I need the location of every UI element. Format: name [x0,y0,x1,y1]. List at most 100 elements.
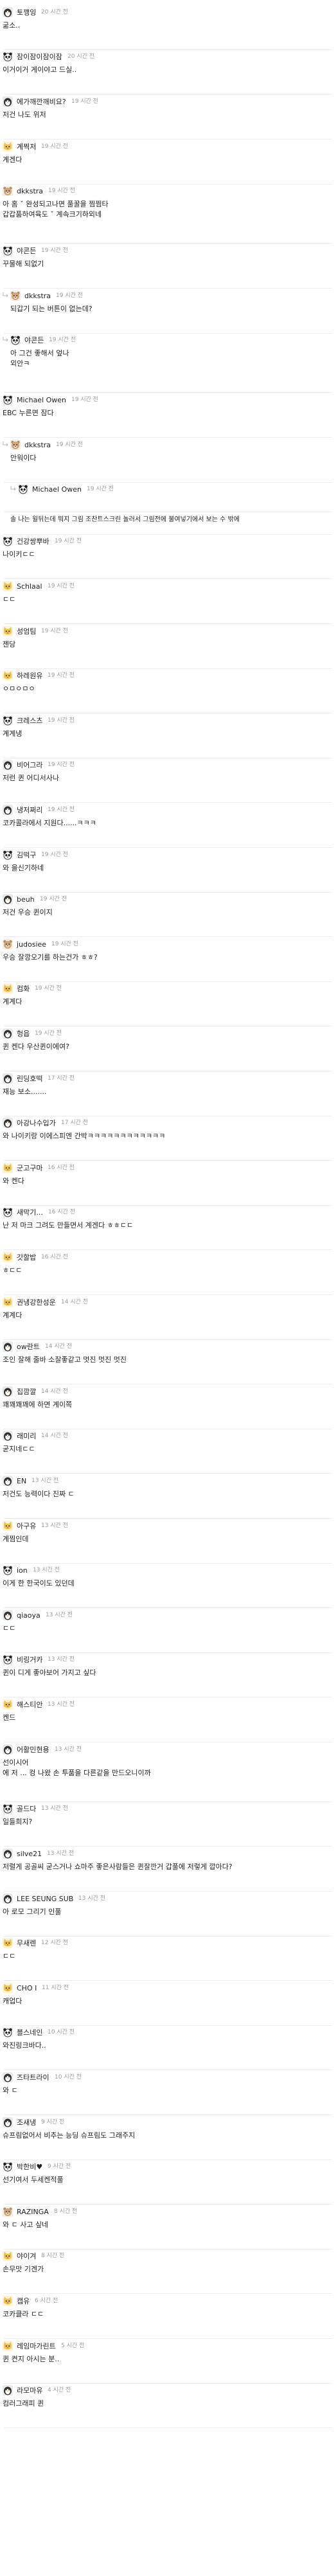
penguin-icon[interactable] [3,2071,13,2082]
comment-author[interactable]: 야콘든 [17,247,36,255]
comment-author[interactable]: 김떡구 [17,851,36,859]
panda-icon[interactable] [3,394,13,405]
bear-icon[interactable] [3,2206,13,2217]
penguin-icon[interactable] [3,760,13,771]
comment-author[interactable]: 하레원유 [17,672,42,680]
panda-icon[interactable] [3,849,13,860]
cat-icon[interactable] [3,1520,13,1531]
cat-icon[interactable] [3,2295,13,2306]
comment-author[interactable]: 새막기... [17,1208,43,1217]
cat-icon[interactable] [3,2340,13,2351]
panda-icon[interactable] [18,484,28,495]
comment-author[interactable]: 박한비♥ [17,2163,42,2171]
panda-icon[interactable] [3,715,13,726]
comment-author[interactable]: 해스티안 [17,1701,42,1709]
penguin-icon[interactable] [3,1893,13,1904]
comment-author[interactable]: beuh [17,895,35,904]
panda-icon[interactable] [3,2161,13,2172]
comment-author[interactable]: silve21 [17,1850,42,1858]
cat-icon[interactable] [3,580,13,591]
comment-author[interactable]: CHO I [17,1984,37,1992]
comment-author[interactable]: 에가깨깐깨비요? [17,98,66,106]
penguin-icon[interactable] [3,1073,13,1084]
penguin-icon[interactable] [3,1341,13,1352]
comment-author[interactable]: 갓할밥 [17,1253,36,1262]
penguin-icon[interactable] [3,2116,13,2127]
comment-author[interactable]: Michael Owen [17,396,66,404]
panda-icon[interactable] [3,1207,13,1218]
penguin-icon[interactable] [3,6,13,17]
penguin-icon[interactable] [3,96,13,107]
penguin-icon[interactable] [3,1475,13,1486]
comment-author[interactable]: 냉저쩌리 [17,806,42,814]
bear-icon[interactable] [3,938,13,949]
comment-author[interactable]: 집깜깔 [17,1388,36,1396]
penguin-icon[interactable] [3,1431,13,1442]
comment-author[interactable]: 조새냉 [17,2118,36,2127]
comment-author[interactable]: 블스네인 [17,2028,42,2037]
comment-author[interactable]: 캡유 [17,2297,30,2305]
cat-icon[interactable] [3,983,13,994]
cat-icon[interactable] [3,141,13,152]
comment-author[interactable]: Schlaal [17,582,42,591]
penguin-icon[interactable] [3,1848,13,1859]
penguin-icon[interactable] [3,1386,13,1397]
cat-icon[interactable] [3,625,13,636]
penguin-icon[interactable] [3,1118,13,1129]
comment-author[interactable]: dkkstra [24,292,51,300]
comment-author[interactable]: dkkstra [24,441,51,449]
comment-author[interactable]: 무새렌 [17,1939,36,1947]
cat-icon[interactable] [3,1162,13,1173]
panda-icon[interactable] [3,1565,13,1576]
cat-icon[interactable] [3,1982,13,1993]
comment-author[interactable]: 골드다 [17,1805,36,1813]
panda-icon[interactable] [3,1654,13,1665]
cat-icon[interactable] [3,2251,13,2262]
comment-author[interactable]: 야콘든 [24,336,44,344]
comment-author[interactable]: 즈타트라이 [17,2073,49,2082]
comment-author[interactable]: dkkstra [17,187,43,195]
penguin-icon[interactable] [3,1609,13,1620]
comment-author[interactable]: 래미리 [17,1432,36,1440]
bear-icon[interactable] [3,186,13,197]
comment-author[interactable]: 레임마가린트 [17,2342,56,2350]
comment-author[interactable]: 크레스츠 [17,717,42,725]
penguin-icon[interactable] [3,2385,13,2396]
bear-icon[interactable] [10,439,21,450]
comment-author[interactable]: RAZINGA [17,2208,49,2216]
comment-author[interactable]: 야이겨 [17,2252,36,2260]
panda-icon[interactable] [3,51,13,62]
penguin-icon[interactable] [3,804,13,815]
panda-icon[interactable] [10,335,21,346]
cat-icon[interactable] [3,670,13,681]
comment-author[interactable]: 헝읍 [17,1030,30,1038]
panda-icon[interactable] [3,245,13,256]
comment-author[interactable]: 군고구마 [17,1164,42,1172]
comment-author[interactable]: 계찍저 [17,143,36,151]
comment-author[interactable]: 라모마유 [17,2386,42,2395]
penguin-icon[interactable] [3,1744,13,1755]
cat-icon[interactable] [3,1251,13,1262]
comment-author[interactable]: qiaoya [17,1611,40,1620]
comment-author[interactable]: 린딩호떡 [17,1075,42,1083]
comment-author[interactable]: 컴화 [17,985,30,993]
comment-author[interactable]: Michael Owen [32,485,82,494]
comment-author[interactable]: 비링거카 [17,1656,42,1664]
comment-author[interactable]: LEE SEUNG SUB [17,1895,73,1903]
panda-icon[interactable] [3,2027,13,2038]
penguin-icon[interactable] [3,1028,13,1039]
comment-author[interactable]: 아구유 [17,1522,36,1530]
cat-icon[interactable] [3,1296,13,1307]
comment-author[interactable]: 권냉강한성운 [17,1298,56,1307]
comment-author[interactable]: ow란트 [17,1343,40,1351]
bear-icon[interactable] [10,290,21,301]
comment-author[interactable]: 비어그라 [17,761,42,769]
panda-icon[interactable] [3,536,13,547]
comment-author[interactable]: 잠이잠이잠이잠 [17,53,62,61]
comment-author[interactable]: 성엄팀 [17,627,36,636]
comment-author[interactable]: 아강나수입가 [17,1119,56,1127]
panda-icon[interactable] [3,1803,13,1814]
penguin-icon[interactable] [3,894,13,905]
cat-icon[interactable] [3,1938,13,1949]
comment-author[interactable]: judosiee [17,940,46,949]
